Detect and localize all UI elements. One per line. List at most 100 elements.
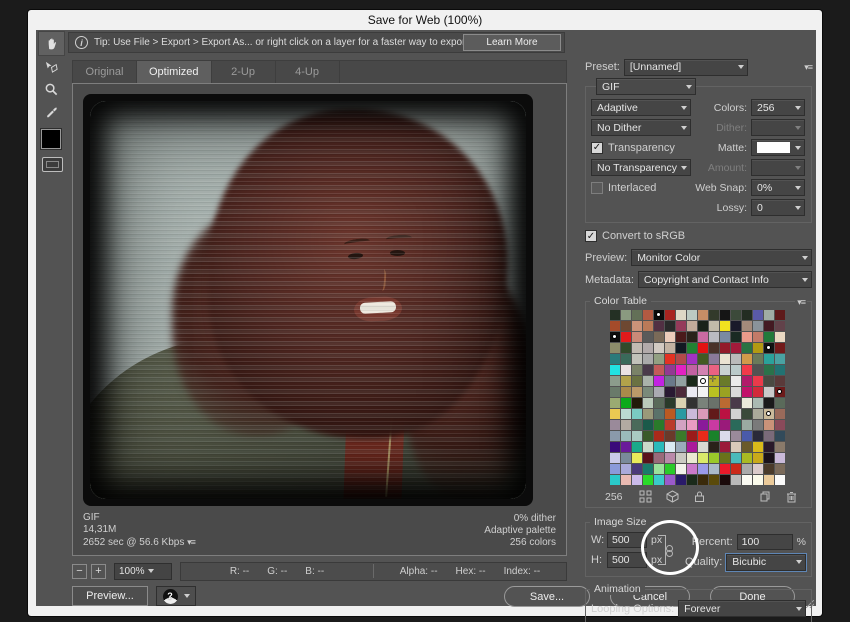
color-swatch[interactable] <box>698 475 708 485</box>
color-swatch[interactable] <box>610 420 620 430</box>
color-swatch[interactable] <box>610 387 620 397</box>
color-swatch[interactable] <box>610 442 620 452</box>
color-swatch[interactable] <box>731 387 741 397</box>
color-swatch[interactable] <box>698 464 708 474</box>
eyedropper-color-swatch[interactable] <box>41 129 61 149</box>
format-select[interactable]: GIF <box>596 78 696 95</box>
color-swatch[interactable] <box>654 420 664 430</box>
color-swatch[interactable] <box>698 420 708 430</box>
color-swatch[interactable] <box>698 354 708 364</box>
delete-color-trash-icon[interactable] <box>785 490 798 503</box>
color-swatch[interactable] <box>665 475 675 485</box>
color-swatch[interactable] <box>731 431 741 441</box>
color-swatch[interactable] <box>643 475 653 485</box>
color-swatch[interactable] <box>720 343 730 353</box>
matte-select[interactable] <box>751 139 805 156</box>
color-swatch[interactable] <box>764 475 774 485</box>
color-swatch[interactable] <box>698 321 708 331</box>
web-shift-cube-icon[interactable] <box>666 490 679 503</box>
color-swatch[interactable] <box>676 354 686 364</box>
color-swatch[interactable] <box>731 453 741 463</box>
color-swatch[interactable] <box>610 310 620 320</box>
convert-srgb-checkbox[interactable] <box>585 230 597 242</box>
color-swatch[interactable] <box>665 453 675 463</box>
color-swatch[interactable] <box>643 442 653 452</box>
color-swatch[interactable] <box>643 343 653 353</box>
color-swatch[interactable] <box>643 464 653 474</box>
color-swatch[interactable] <box>610 475 620 485</box>
color-swatch[interactable] <box>709 409 719 419</box>
eyedropper-tool-button[interactable] <box>39 101 64 124</box>
color-swatch[interactable] <box>742 354 752 364</box>
color-swatch[interactable] <box>764 431 774 441</box>
color-swatch[interactable] <box>720 376 730 386</box>
color-swatch[interactable] <box>676 343 686 353</box>
color-swatch[interactable] <box>742 475 752 485</box>
color-swatch[interactable] <box>753 376 763 386</box>
color-swatch[interactable] <box>610 332 620 342</box>
color-swatch[interactable] <box>753 420 763 430</box>
color-swatch[interactable] <box>610 431 620 441</box>
color-swatch[interactable] <box>731 354 741 364</box>
color-swatch[interactable] <box>720 387 730 397</box>
color-swatch[interactable] <box>731 376 741 386</box>
color-swatch[interactable] <box>775 343 785 353</box>
color-swatch[interactable] <box>665 376 675 386</box>
color-swatch[interactable] <box>687 442 697 452</box>
color-swatch[interactable] <box>632 475 642 485</box>
color-swatch[interactable] <box>621 365 631 375</box>
color-swatch[interactable] <box>643 387 653 397</box>
color-swatch[interactable] <box>687 321 697 331</box>
tab-optimized[interactable]: Optimized <box>137 61 212 83</box>
color-swatch[interactable] <box>720 310 730 320</box>
color-swatch[interactable] <box>731 464 741 474</box>
color-swatch[interactable] <box>709 464 719 474</box>
color-swatch[interactable] <box>709 442 719 452</box>
color-swatch[interactable] <box>687 354 697 364</box>
color-swatch[interactable] <box>676 321 686 331</box>
color-swatch[interactable] <box>742 310 752 320</box>
color-swatch[interactable] <box>643 453 653 463</box>
color-swatch[interactable] <box>610 409 620 419</box>
color-swatch[interactable] <box>720 398 730 408</box>
select-browser-button[interactable]: ? <box>156 586 196 606</box>
optimize-menu-icon[interactable]: ▾≡ <box>804 62 812 73</box>
color-swatch[interactable] <box>687 310 697 320</box>
color-swatch[interactable] <box>698 343 708 353</box>
color-swatch[interactable] <box>731 343 741 353</box>
color-swatch[interactable] <box>764 387 774 397</box>
height-field[interactable]: 500 <box>607 552 647 568</box>
color-swatch[interactable] <box>676 475 686 485</box>
color-swatch[interactable] <box>621 464 631 474</box>
color-swatch[interactable] <box>775 464 785 474</box>
color-swatch[interactable] <box>687 431 697 441</box>
preset-select[interactable]: [Unnamed] <box>624 59 748 76</box>
color-swatch[interactable] <box>610 343 620 353</box>
color-swatch[interactable] <box>753 398 763 408</box>
color-swatch[interactable] <box>775 409 785 419</box>
color-swatch[interactable] <box>621 376 631 386</box>
color-swatch[interactable] <box>665 321 675 331</box>
color-swatch[interactable] <box>742 431 752 441</box>
width-field[interactable]: 500 <box>607 532 647 548</box>
color-swatch[interactable] <box>643 376 653 386</box>
color-swatch[interactable] <box>764 310 774 320</box>
color-swatch[interactable] <box>654 475 664 485</box>
color-swatch[interactable] <box>775 321 785 331</box>
color-swatch[interactable] <box>775 365 785 375</box>
color-swatch[interactable] <box>698 442 708 452</box>
color-swatch[interactable] <box>621 398 631 408</box>
percent-field[interactable]: 100 <box>737 534 793 550</box>
color-swatch[interactable] <box>665 420 675 430</box>
color-swatch[interactable] <box>775 442 785 452</box>
color-swatch[interactable] <box>632 398 642 408</box>
color-swatch[interactable] <box>676 387 686 397</box>
color-swatch[interactable] <box>709 475 719 485</box>
color-swatch[interactable] <box>775 420 785 430</box>
color-swatch[interactable] <box>610 464 620 474</box>
color-swatch[interactable] <box>654 321 664 331</box>
color-swatch[interactable] <box>709 321 719 331</box>
color-swatch[interactable] <box>742 343 752 353</box>
color-swatch[interactable] <box>632 354 642 364</box>
color-swatch[interactable] <box>654 409 664 419</box>
